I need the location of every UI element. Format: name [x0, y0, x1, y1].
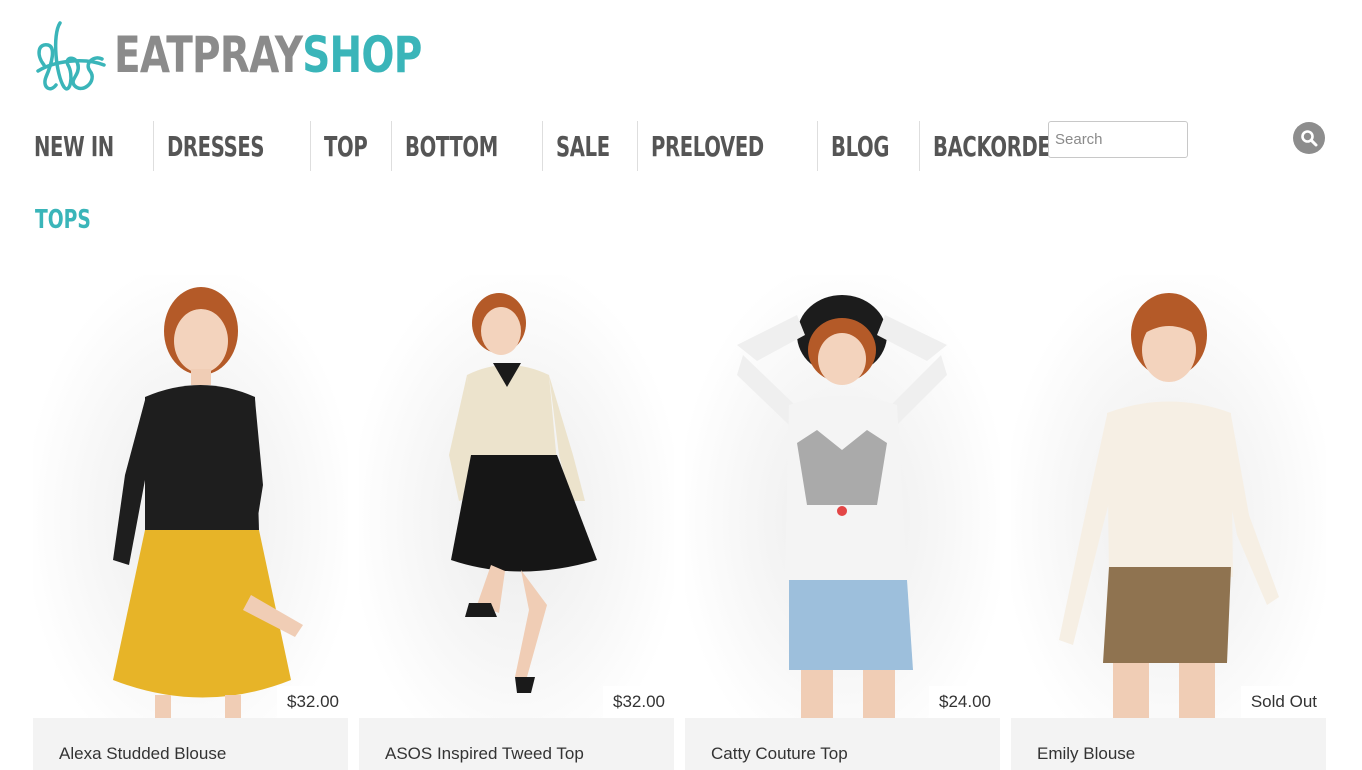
- main-nav: NEW IN DRESSES TOP BOTTOM SALE PRELOVED …: [34, 121, 1126, 171]
- nav-item-new-in[interactable]: NEW IN: [34, 121, 153, 171]
- nav-item-label: SALE: [555, 129, 610, 163]
- product-image[interactable]: $32.00: [359, 275, 674, 718]
- product-price: $24.00: [929, 686, 1000, 718]
- product-name[interactable]: Catty Couture Top: [685, 718, 1000, 770]
- brand-name-part1: EATPRAY: [114, 26, 303, 84]
- product-image[interactable]: $24.00: [685, 275, 1000, 718]
- nav-item-sale[interactable]: SALE: [541, 121, 637, 171]
- nav-item-label: BLOG: [831, 129, 890, 163]
- product-price: $32.00: [277, 686, 348, 718]
- nav-item-preloved[interactable]: PRELOVED: [637, 121, 817, 171]
- product-grid: $32.00 Alexa Studded Blouse $32.00 ASOS …: [33, 275, 1326, 770]
- nav-item-label: NEW IN: [34, 129, 114, 163]
- nav-item-label: BACKORDER: [932, 129, 1066, 163]
- nav-item-label: PRELOVED: [651, 129, 765, 163]
- brand-logo[interactable]: EATPRAYSHOP: [34, 14, 508, 96]
- model-photo-illustration: [1059, 293, 1279, 718]
- nav-item-dresses[interactable]: DRESSES: [152, 121, 310, 171]
- page-title: TOPS: [35, 205, 91, 235]
- product-card[interactable]: $24.00 Catty Couture Top: [685, 275, 1000, 770]
- nav-item-top[interactable]: TOP: [310, 121, 391, 171]
- search-button[interactable]: [1293, 122, 1325, 154]
- product-card[interactable]: Sold Out Emily Blouse: [1011, 275, 1326, 770]
- search-input[interactable]: [1048, 121, 1188, 158]
- nav-item-label: BOTTOM: [404, 129, 498, 163]
- product-card[interactable]: $32.00 Alexa Studded Blouse: [33, 275, 348, 770]
- nav-item-bottom[interactable]: BOTTOM: [390, 121, 542, 171]
- product-price: $32.00: [603, 686, 674, 718]
- nav-item-label: TOP: [324, 129, 368, 163]
- eps-monogram-logo: [36, 21, 106, 91]
- product-name[interactable]: Emily Blouse: [1011, 718, 1326, 770]
- model-photo-illustration: [113, 287, 303, 718]
- product-name[interactable]: ASOS Inspired Tweed Top: [359, 718, 674, 770]
- brand-name-part2: SHOP: [302, 26, 422, 84]
- brand-wordmark: EATPRAYSHOP: [114, 26, 422, 84]
- product-price: Sold Out: [1240, 686, 1326, 718]
- product-card[interactable]: $32.00 ASOS Inspired Tweed Top: [359, 275, 674, 770]
- product-name[interactable]: Alexa Studded Blouse: [33, 718, 348, 770]
- model-photo-illustration: [449, 293, 597, 693]
- nav-item-blog[interactable]: BLOG: [817, 121, 919, 171]
- magnifier-icon: [1301, 130, 1318, 147]
- model-photo-illustration: [737, 295, 947, 718]
- nav-item-label: DRESSES: [166, 129, 265, 163]
- product-image[interactable]: Sold Out: [1011, 275, 1326, 718]
- product-image[interactable]: $32.00: [33, 275, 348, 718]
